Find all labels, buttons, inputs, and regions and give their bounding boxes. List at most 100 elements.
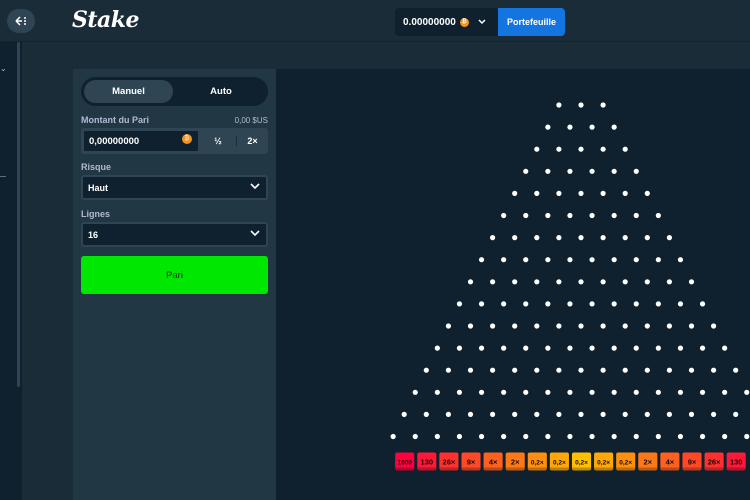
peg xyxy=(633,301,639,307)
peg xyxy=(545,124,551,130)
peg xyxy=(423,411,429,417)
peg xyxy=(478,345,485,351)
peg xyxy=(445,411,451,417)
peg xyxy=(711,367,717,373)
peg xyxy=(600,279,606,285)
rows-label: Lignes xyxy=(81,209,111,219)
peg xyxy=(578,279,584,285)
peg xyxy=(556,323,562,329)
multiplier-slot-shadow xyxy=(417,467,437,471)
chevron-down-icon xyxy=(250,229,260,239)
peg xyxy=(401,411,407,417)
multiplier-slot: 4× xyxy=(660,452,680,471)
peg xyxy=(688,411,695,417)
wallet-button[interactable]: Portefeuille xyxy=(498,8,565,36)
peg xyxy=(434,389,440,395)
peg xyxy=(490,235,496,241)
peg xyxy=(512,279,518,285)
peg xyxy=(567,345,573,351)
peg xyxy=(644,411,650,417)
peg xyxy=(512,411,518,417)
peg xyxy=(722,389,728,395)
peg xyxy=(523,433,529,440)
peg xyxy=(711,323,717,329)
peg xyxy=(744,433,750,440)
mode-toggle: Manuel Auto xyxy=(81,77,268,106)
multiplier-slot-shadow xyxy=(571,467,592,471)
peg xyxy=(677,433,684,440)
sidebar-scrollbar[interactable] xyxy=(17,42,20,387)
peg xyxy=(534,235,540,241)
peg xyxy=(666,279,672,285)
peg xyxy=(699,389,706,395)
chevron-down-icon xyxy=(250,182,260,192)
peg xyxy=(478,389,485,395)
peg xyxy=(478,433,485,440)
peg xyxy=(523,212,529,219)
tab-manual[interactable]: Manuel xyxy=(84,80,173,103)
peg xyxy=(644,190,650,196)
rows-select[interactable]: 16 xyxy=(81,222,268,247)
double-bet-button[interactable]: 2× xyxy=(239,130,266,152)
multiplier-slot: 2× xyxy=(505,452,525,471)
tab-auto[interactable]: Auto xyxy=(177,80,265,103)
peg xyxy=(578,102,584,108)
multiplier-slot: 4× xyxy=(483,452,503,471)
peg xyxy=(412,433,418,440)
peg xyxy=(567,168,573,174)
multiplier-slot-shadow xyxy=(682,467,702,471)
multiplier-slot: 2× xyxy=(638,452,658,471)
peg xyxy=(390,433,396,440)
stake-logo[interactable]: Stake xyxy=(72,7,140,33)
multiplier-slot-shadow xyxy=(505,467,525,471)
peg xyxy=(633,433,639,440)
peg xyxy=(711,411,717,417)
sidebar-chevron-icon[interactable]: ⌄ xyxy=(0,64,7,73)
peg xyxy=(677,257,684,263)
peg xyxy=(589,257,595,263)
peg xyxy=(644,323,650,329)
peg xyxy=(744,389,750,395)
peg xyxy=(589,212,595,219)
peg xyxy=(490,323,496,329)
peg xyxy=(655,345,661,351)
multiplier-slot-shadow xyxy=(726,467,746,471)
rows-value: 16 xyxy=(88,229,99,240)
peg xyxy=(545,389,551,395)
sidebar: ⌄ xyxy=(0,42,22,500)
btc-coin-icon: ₿ xyxy=(459,17,469,27)
multiplier-label: 9× xyxy=(688,458,697,467)
peg xyxy=(478,301,485,307)
peg xyxy=(578,190,584,196)
peg xyxy=(600,102,606,108)
multiplier-label: 130 xyxy=(421,458,434,467)
peg xyxy=(655,301,661,307)
multiplier-slot-shadow xyxy=(395,467,415,471)
peg xyxy=(545,257,551,263)
multiplier-label: 0,2× xyxy=(575,460,588,467)
peg xyxy=(556,235,562,241)
peg xyxy=(589,345,595,351)
half-bet-button[interactable]: ½ xyxy=(203,130,233,152)
peg xyxy=(733,411,739,417)
peg xyxy=(545,345,551,351)
multiplier-slot-shadow xyxy=(439,467,459,471)
peg xyxy=(655,389,661,395)
bet-button[interactable]: Pari xyxy=(81,256,268,294)
multiplier-slot: 130 xyxy=(726,452,746,471)
peg xyxy=(611,389,617,395)
balance-amount: 0.00000000 xyxy=(403,16,456,28)
risk-select[interactable]: Haut xyxy=(81,175,268,200)
peg xyxy=(699,301,706,307)
multiplier-slot: 0,2× xyxy=(616,452,636,471)
collapse-sidebar-button[interactable] xyxy=(7,9,35,33)
peg xyxy=(501,345,507,351)
peg xyxy=(633,389,639,395)
peg xyxy=(501,212,507,219)
bet-amount-usd: 0,00 $US xyxy=(234,116,268,125)
peg xyxy=(666,323,672,329)
multiplier-slot-shadow xyxy=(549,467,569,471)
peg xyxy=(456,433,463,440)
peg xyxy=(512,323,518,329)
balance-selector[interactable]: 0.00000000 ₿ xyxy=(395,8,498,36)
